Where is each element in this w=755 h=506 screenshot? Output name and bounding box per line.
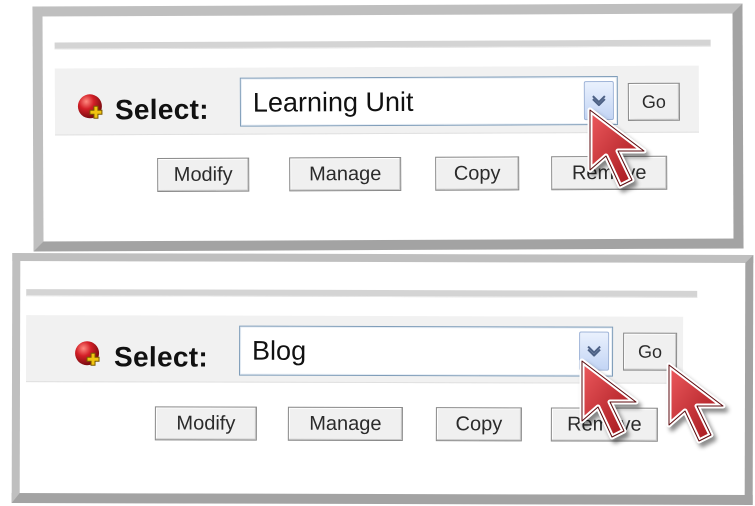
add-plus-icon: [74, 340, 104, 370]
select-label: Select:: [114, 93, 209, 126]
arrow-cursor-icon: [578, 357, 652, 451]
modify-button[interactable]: Modify: [157, 157, 250, 193]
selected-content-type: Learning Unit: [252, 86, 414, 118]
top-divider: [54, 39, 711, 50]
content-type-select[interactable]: Blog: [239, 325, 614, 377]
manage-button[interactable]: Manage: [287, 406, 403, 442]
arrow-cursor-icon: [665, 361, 739, 455]
selected-content-type: Blog: [252, 335, 307, 366]
modify-button[interactable]: Modify: [154, 406, 257, 441]
add-plus-icon: [77, 93, 107, 123]
copy-button[interactable]: Copy: [435, 407, 522, 442]
top-divider: [26, 289, 698, 298]
content-type-select[interactable]: Learning Unit: [239, 75, 618, 127]
copy-button[interactable]: Copy: [435, 156, 520, 191]
select-label: Select:: [114, 341, 209, 373]
manage-button[interactable]: Manage: [289, 156, 402, 192]
arrow-cursor-icon: [586, 106, 660, 200]
